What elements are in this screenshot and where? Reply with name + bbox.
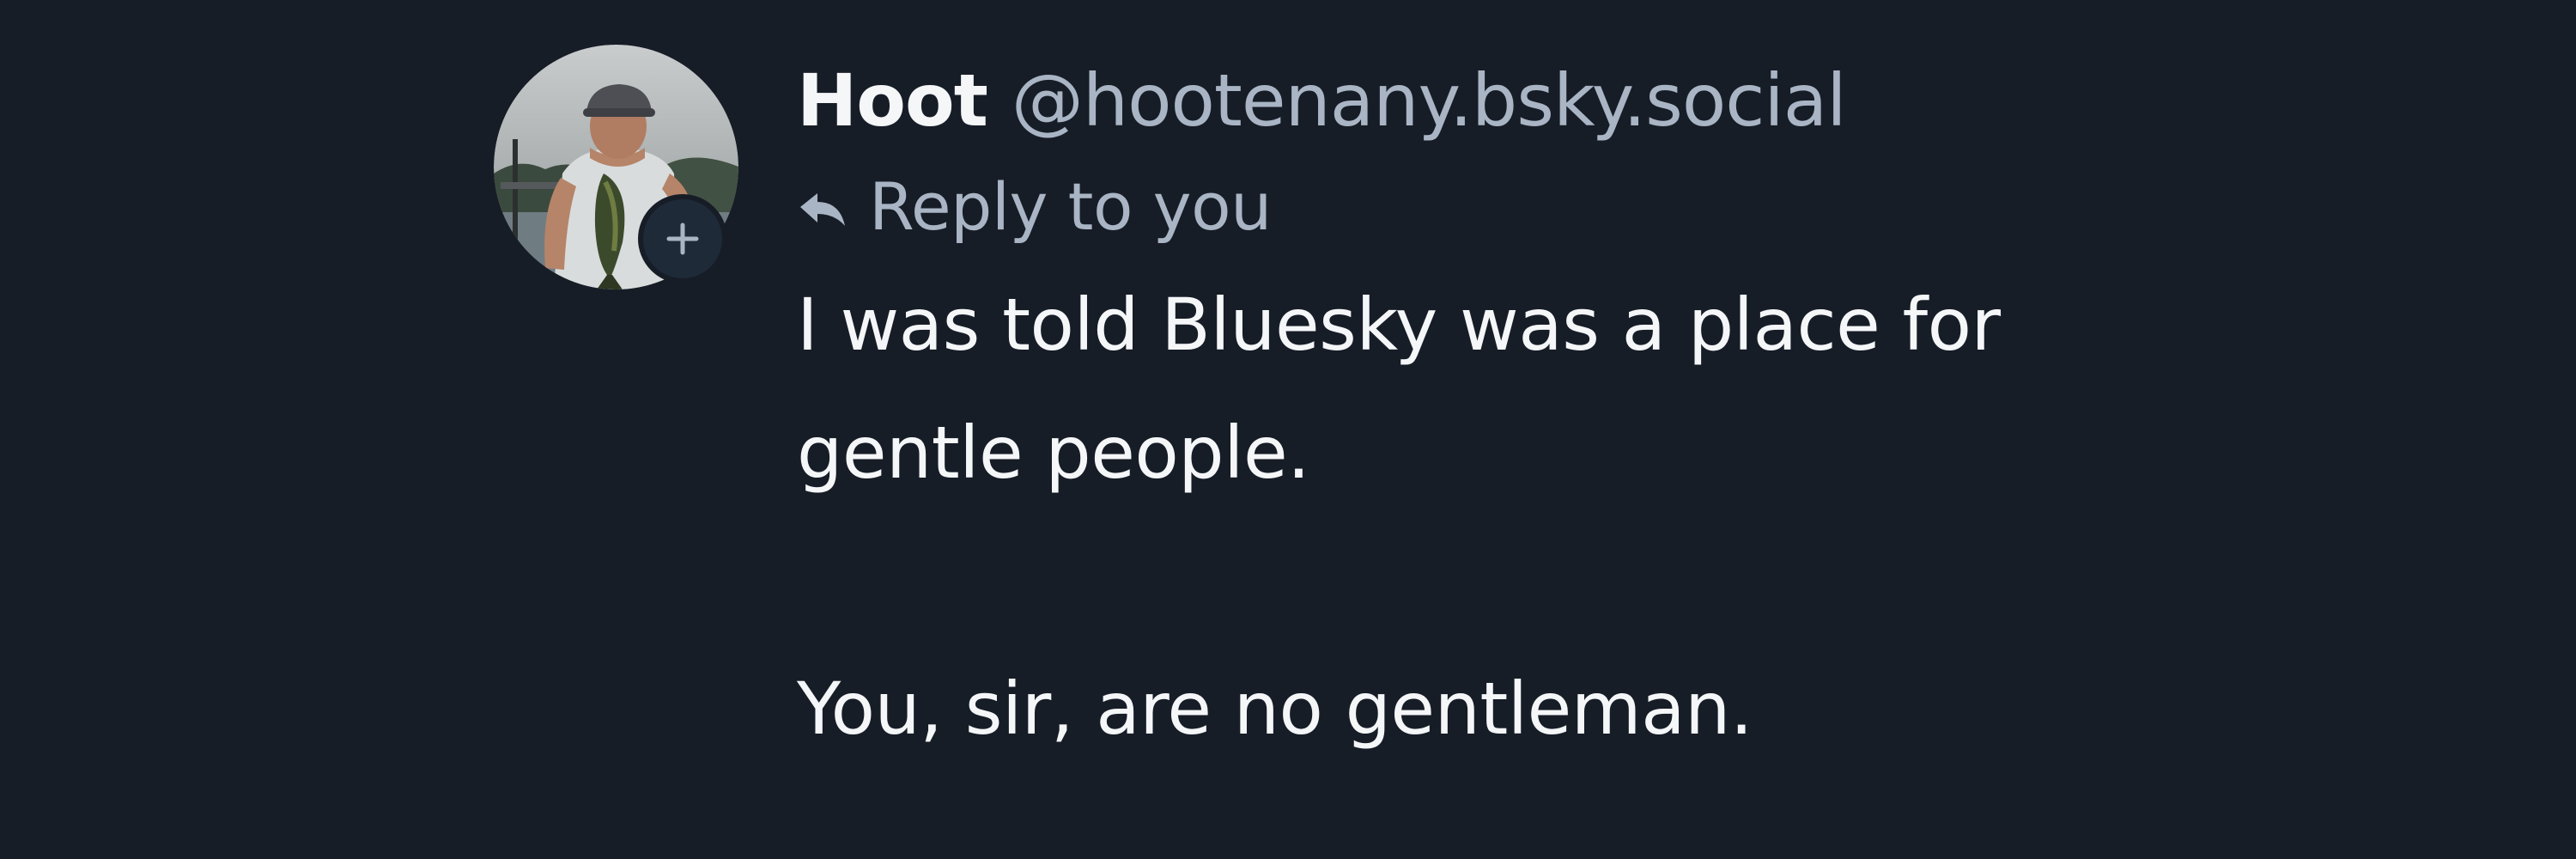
post-text: I was told Bluesky was a place for gentl… (797, 261, 2514, 773)
post-text-line: gentle people. (797, 411, 1310, 495)
post-header: Hoot @hootenany.bsky.social (797, 36, 2514, 165)
post: Hoot @hootenany.bsky.social Reply to you… (0, 0, 2576, 859)
post-text-line: I was told Bluesky was a place for (797, 283, 2001, 367)
author-avatar-container[interactable] (494, 45, 738, 289)
post-text-line: You, sir, are no gentleman. (797, 667, 1753, 751)
post-text-blank-line (797, 517, 2514, 645)
reply-context-label: Reply to you (869, 168, 1272, 245)
author-handle[interactable]: @hootenany.bsky.social (1012, 36, 1847, 165)
plus-icon (666, 222, 699, 255)
post-content: Hoot @hootenany.bsky.social Reply to you… (797, 45, 2514, 773)
reply-context[interactable]: Reply to you (797, 163, 2514, 249)
author-display-name[interactable]: Hoot (797, 36, 988, 165)
follow-button[interactable] (638, 194, 727, 283)
reply-arrow-icon (797, 190, 850, 229)
